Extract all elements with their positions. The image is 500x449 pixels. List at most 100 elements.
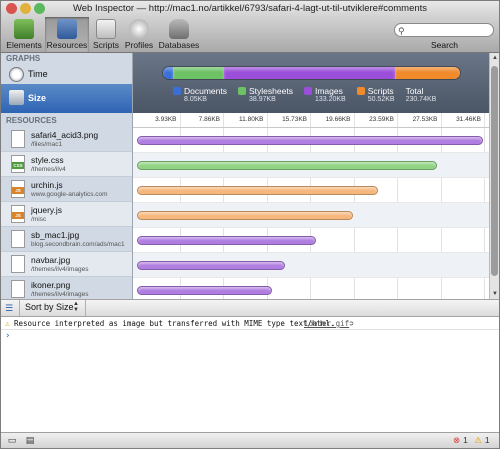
- legend-images: Images 133.20KB: [303, 86, 346, 103]
- console-message: ⚠ Resource interpreted as image but tran…: [1, 317, 499, 330]
- css-file-icon: CSS: [11, 155, 25, 173]
- scroll-down-icon[interactable]: ▼: [490, 289, 499, 299]
- resource-item[interactable]: JS urchin.js www.google-analytics.com: [1, 177, 132, 202]
- search-label: Search: [431, 40, 458, 50]
- size-summary-graph: Documents 8.05KB Stylesheets 38.97KB Ima…: [133, 53, 489, 113]
- tick-label: 27.53KB: [412, 116, 438, 123]
- warning-icon: ⚠: [5, 319, 10, 328]
- source-link[interactable]: loader.gif: [304, 317, 349, 330]
- size-icon: [9, 90, 24, 105]
- zoom-window-button[interactable]: [34, 3, 45, 14]
- size-bar[interactable]: [137, 161, 437, 170]
- toolbar-profiles-button[interactable]: Profiles: [123, 17, 155, 52]
- toolbar-databases-button[interactable]: Databases: [157, 17, 201, 52]
- resource-name: jquery.js: [31, 205, 63, 215]
- toolbar-profiles-label: Profiles: [124, 40, 154, 50]
- resource-name: ikoner.png: [31, 280, 71, 290]
- legend-value: 133.20KB: [314, 96, 346, 103]
- resource-name: navbar.jpg: [31, 255, 71, 265]
- resource-path: /themes/ilv4/images: [31, 266, 89, 273]
- resource-path: www.google-analytics.com: [31, 191, 108, 198]
- warning-count: 1: [484, 435, 490, 445]
- dock-icon[interactable]: ▭: [5, 434, 19, 447]
- console[interactable]: ⚠ Resource interpreted as image but tran…: [1, 317, 499, 432]
- console-toggle-icon[interactable]: ▤: [23, 434, 37, 447]
- sidebar-item-time[interactable]: Time: [1, 65, 132, 84]
- resource-name: safari4_acid3.png: [31, 130, 99, 140]
- list-icon[interactable]: ☰: [5, 303, 15, 313]
- size-bar[interactable]: [137, 186, 379, 195]
- size-bar[interactable]: [137, 261, 286, 270]
- warning-count-icon: ⚠: [474, 435, 482, 445]
- web-inspector-window: Web Inspector — http://mac1.no/artikkel/…: [0, 0, 500, 449]
- vertical-scrollbar[interactable]: ▲ ▼: [489, 53, 499, 299]
- size-bar[interactable]: [137, 136, 483, 145]
- js-badge: JS: [12, 187, 24, 194]
- legend-label: Total: [405, 86, 424, 96]
- sidebar-item-size[interactable]: Size: [1, 84, 132, 113]
- legend-label: Scripts: [367, 86, 394, 96]
- databases-icon: [169, 19, 189, 39]
- chevron-updown-icon[interactable]: ▲ ▼: [73, 301, 79, 313]
- legend-value: 50.52KB: [367, 96, 395, 103]
- size-bar[interactable]: [137, 211, 353, 220]
- resource-name: urchin.js: [31, 180, 63, 190]
- console-prompt[interactable]: ›: [5, 331, 10, 341]
- search-input[interactable]: ⚲: [394, 23, 494, 37]
- legend-stylesheets: Stylesheets 38.97KB: [238, 86, 293, 103]
- resource-name: style.css: [31, 155, 64, 165]
- elements-icon: [14, 19, 34, 39]
- js-file-icon: JS: [11, 205, 25, 223]
- sort-bar: ☰ Sort by Size ▲ ▼: [1, 299, 499, 317]
- resource-item[interactable]: sb_mac1.jpg blog.secondbrain.com/ads/mac…: [1, 227, 132, 252]
- size-bar[interactable]: [137, 236, 317, 245]
- scroll-thumb[interactable]: [491, 66, 498, 276]
- tick-label: 23.59KB: [369, 116, 394, 123]
- documents-swatch: [173, 87, 181, 95]
- images-swatch: [303, 87, 312, 95]
- toolbar-databases-label: Databases: [158, 40, 200, 50]
- divider: [19, 300, 20, 316]
- summary-segment-documents: [163, 67, 174, 79]
- scroll-up-icon[interactable]: ▲: [490, 53, 499, 63]
- resource-item[interactable]: JS jquery.js /misc: [1, 202, 132, 227]
- close-window-button[interactable]: [6, 3, 17, 14]
- divider: [85, 300, 86, 316]
- bar-row[interactable]: [133, 228, 489, 253]
- legend-value: 230.74KB: [405, 96, 437, 103]
- bar-row[interactable]: [133, 153, 489, 178]
- error-count: 1: [463, 435, 468, 445]
- image-file-icon: [11, 230, 25, 248]
- toolbar-resources-button[interactable]: Resources: [45, 17, 89, 52]
- js-badge: JS: [12, 212, 24, 219]
- minimize-window-button[interactable]: [20, 3, 31, 14]
- toolbar-scripts-button[interactable]: Scripts: [91, 17, 121, 52]
- legend-value: 38.97KB: [249, 96, 276, 103]
- bar-row[interactable]: [133, 253, 489, 278]
- resources-icon: [57, 19, 77, 39]
- tick-label: 15.73KB: [282, 116, 307, 123]
- image-file-icon: [11, 255, 25, 273]
- tick-label: 7.86KB: [198, 116, 220, 123]
- resource-item[interactable]: safari4_acid3.png /files/mac1: [1, 127, 132, 152]
- legend-total: Total 230.74KB: [406, 86, 437, 103]
- search-icon: ⚲: [398, 26, 405, 36]
- image-file-icon: [11, 130, 25, 148]
- legend-label: Images: [314, 86, 343, 96]
- toolbar-elements-button[interactable]: Elements: [5, 17, 43, 52]
- error-icon: ⊗: [453, 435, 461, 445]
- summary-segment-stylesheets: [173, 67, 224, 79]
- bar-row[interactable]: [133, 128, 489, 153]
- resource-item[interactable]: navbar.jpg /themes/ilv4/images: [1, 252, 132, 277]
- legend-scripts: Scripts 50.52KB: [356, 86, 395, 103]
- sort-select[interactable]: Sort by Size: [25, 302, 74, 312]
- bar-row[interactable]: [133, 203, 489, 228]
- resource-name: sb_mac1.jpg: [31, 230, 80, 240]
- resource-size-chart: 3.93KB 7.86KB 11.80KB 15.73KB 19.66KB 23.59KB…: [133, 113, 489, 303]
- go-to-resource-icon[interactable]: ➲: [349, 317, 354, 330]
- resource-item[interactable]: CSS style.css /themes/ilv4: [1, 152, 132, 177]
- resource-path: /misc: [31, 216, 47, 223]
- size-bar[interactable]: [137, 286, 273, 295]
- tick-label: 11.80KB: [239, 116, 264, 123]
- bar-row[interactable]: [133, 178, 489, 203]
